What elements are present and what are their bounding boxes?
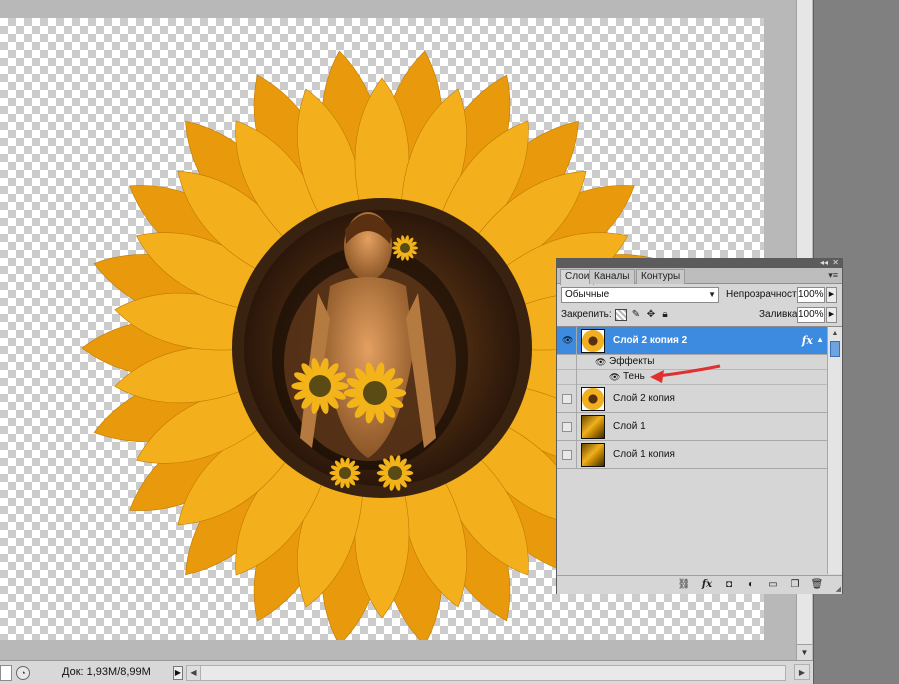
- opacity-label: Непрозрачность:: [726, 289, 805, 300]
- scroll-up-arrow-icon[interactable]: ▲: [828, 327, 842, 341]
- effects-visibility-box[interactable]: [557, 355, 577, 370]
- fill-slider-arrow-icon[interactable]: ▶: [826, 307, 837, 323]
- lock-all-icon[interactable]: 🔒︎: [659, 309, 671, 321]
- new-layer-icon[interactable]: ❐: [788, 579, 802, 591]
- shadow-eye-icon[interactable]: 👁︎: [609, 372, 620, 383]
- layer-row[interactable]: Слой 1: [557, 413, 827, 441]
- hidden-visibility-box[interactable]: [562, 450, 572, 460]
- mini-flower-center: [309, 375, 331, 397]
- panel-tabs: Слои Каналы Контуры ▾≡: [557, 268, 842, 285]
- hidden-visibility-box[interactable]: [562, 422, 572, 432]
- opacity-input[interactable]: 100%: [797, 287, 825, 303]
- layer-name: Слой 2 копия: [613, 393, 675, 404]
- layers-panel: ◂◂ ✕ Слои Каналы Контуры ▾≡ Обычные ▼ Не…: [556, 258, 843, 594]
- lock-image-pixels-icon[interactable]: ✎: [630, 309, 642, 321]
- document-size-info: Док: 1,93M/8,99M: [62, 666, 151, 678]
- effects-row[interactable]: 👁︎ Эффекты: [557, 355, 827, 370]
- effects-label: Эффекты: [609, 356, 655, 367]
- collapse-panel-icon[interactable]: ◂◂: [820, 258, 828, 267]
- layer-row[interactable]: Слой 1 копия: [557, 441, 827, 469]
- lock-label: Закрепить:: [561, 309, 612, 320]
- delete-layer-icon[interactable]: 🗑︎: [810, 579, 824, 591]
- eye-icon: 👁︎: [562, 335, 574, 345]
- blend-mode-select[interactable]: Обычные ▼: [561, 287, 719, 303]
- link-layers-icon[interactable]: ⛓: [677, 579, 691, 591]
- add-mask-icon[interactable]: ◘: [722, 579, 736, 591]
- lock-transparent-pixels-icon[interactable]: [615, 309, 627, 321]
- chevron-down-icon: ▼: [708, 290, 716, 299]
- lock-position-icon[interactable]: ✥: [645, 309, 657, 321]
- panel-menu-icon[interactable]: ▾≡: [828, 270, 838, 281]
- fill-input[interactable]: 100%: [797, 307, 825, 323]
- layer-name: Слой 2 копия 2: [613, 335, 688, 346]
- mini-flower-center: [388, 466, 402, 480]
- new-group-icon[interactable]: ▭: [766, 579, 780, 591]
- fill-label: Заливка:: [759, 309, 801, 320]
- blend-row: Обычные ▼ Непрозрачность: 100% ▶: [557, 284, 842, 306]
- layer-row[interactable]: Слой 2 копия: [557, 385, 827, 413]
- scroll-down-arrow-icon[interactable]: ▼: [797, 644, 812, 660]
- opacity-slider-arrow-icon[interactable]: ▶: [826, 287, 837, 303]
- layer-list-scrollbar[interactable]: ▲: [827, 326, 842, 574]
- layer-thumbnail: [581, 329, 605, 353]
- layer-thumbnail: [581, 387, 605, 411]
- mini-flower-center: [363, 381, 387, 405]
- hidden-visibility-box[interactable]: [562, 394, 572, 404]
- visibility-toggle[interactable]: [557, 385, 577, 413]
- effect-shadow-row[interactable]: 👁︎ Тень: [557, 370, 827, 385]
- panel-titlebar[interactable]: ◂◂ ✕: [557, 258, 842, 268]
- expand-effects-icon[interactable]: ▲: [816, 335, 824, 344]
- panel-bottom-toolbar: ⛓ fx ◘ ◐ ▭ ❐ 🗑︎ ◢: [557, 575, 842, 594]
- status-bar: ◔ Док: 1,93M/8,99M ▶ ◀: [0, 660, 813, 684]
- tab-paths[interactable]: Контуры: [636, 269, 686, 284]
- layer-fx-icon[interactable]: fx: [802, 334, 813, 347]
- visibility-toggle[interactable]: [557, 441, 577, 469]
- layer-list: 👁︎ Слой 2 копия 2 fx ▲ 👁︎ Эффекты 👁︎ Тен…: [557, 326, 827, 574]
- shadow-visibility-box[interactable]: [557, 370, 577, 385]
- layer-name: Слой 1 копия: [613, 449, 675, 460]
- status-icon[interactable]: ◔: [16, 666, 30, 680]
- close-panel-icon[interactable]: ✕: [832, 258, 839, 267]
- effects-eye-icon[interactable]: 👁︎: [595, 357, 606, 368]
- scroll-thumb[interactable]: [830, 341, 840, 357]
- drop-shadow-label: Тень: [623, 371, 645, 382]
- mini-flower-center: [400, 243, 410, 253]
- visibility-toggle[interactable]: 👁︎: [557, 327, 577, 355]
- lock-row: Закрепить: ✎ ✥ 🔒︎ Заливка: 100% ▶: [557, 306, 842, 326]
- zoom-field[interactable]: [0, 665, 12, 681]
- layer-style-icon[interactable]: fx: [700, 579, 714, 591]
- horizontal-scrollbar[interactable]: ◀: [186, 665, 786, 681]
- resize-grip-icon[interactable]: ◢: [836, 585, 841, 593]
- layer-thumbnail: [581, 443, 605, 467]
- adjustment-layer-icon[interactable]: ◐: [744, 579, 758, 591]
- tab-channels[interactable]: Каналы: [589, 269, 635, 284]
- layer-row-selected[interactable]: 👁︎ Слой 2 копия 2 fx ▲: [557, 327, 827, 355]
- layer-name: Слой 1: [613, 421, 646, 432]
- blend-mode-value: Обычные: [565, 289, 610, 300]
- mini-flower-center: [339, 467, 351, 479]
- status-menu-arrow-icon[interactable]: ▶: [173, 666, 183, 680]
- scroll-left-arrow-icon[interactable]: ◀: [187, 666, 201, 680]
- layer-thumbnail: [581, 415, 605, 439]
- scroll-right-arrow-icon[interactable]: ▶: [794, 664, 810, 680]
- visibility-toggle[interactable]: [557, 413, 577, 441]
